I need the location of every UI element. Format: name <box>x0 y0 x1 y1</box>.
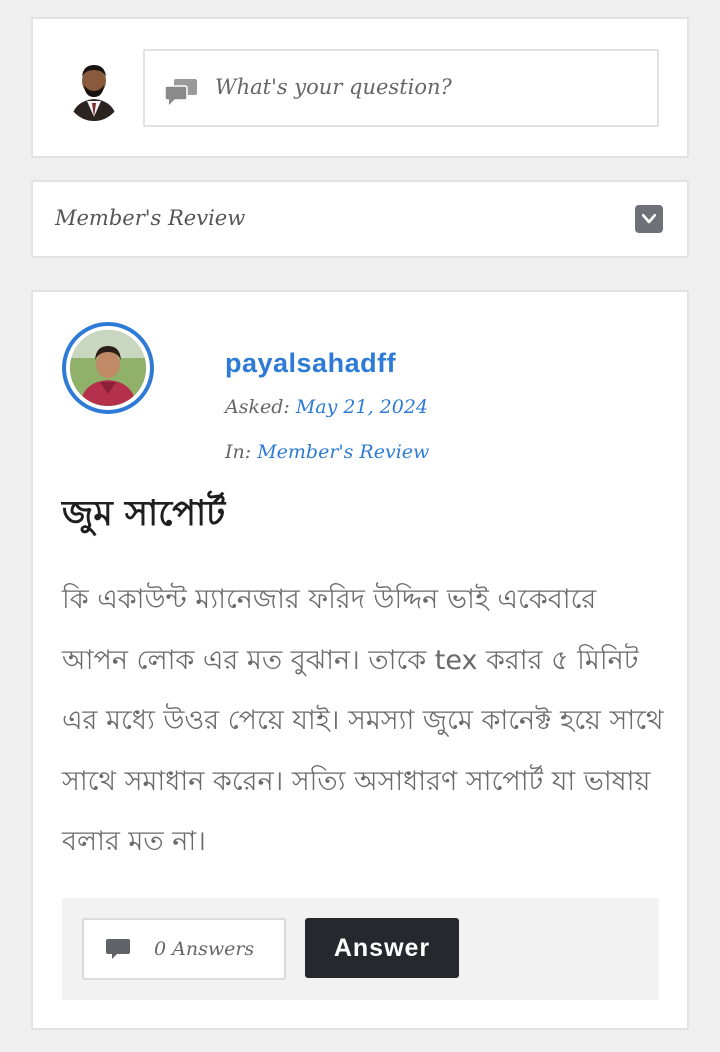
author-avatar[interactable] <box>62 322 154 414</box>
author-name[interactable]: payalsahadff <box>225 348 396 379</box>
answers-count: 0 Answers <box>154 938 255 960</box>
asked-date-link[interactable]: May 21, 2024 <box>296 396 428 418</box>
category-link[interactable]: Member's Review <box>257 441 429 463</box>
question-card: payalsahadff Asked: May 21, 2024 In: Mem… <box>31 290 689 1030</box>
ask-question-input[interactable]: What's your question? <box>143 49 659 127</box>
ask-question-card: What's your question? <box>31 17 689 158</box>
answers-count-button[interactable]: 0 Answers <box>82 918 286 980</box>
asked-meta: Asked: May 21, 2024 <box>225 396 428 418</box>
question-footer: 0 Answers Answer <box>62 898 659 1000</box>
chat-bubbles-icon <box>165 79 197 105</box>
category-meta: In: Member's Review <box>225 441 429 463</box>
category-select[interactable]: Member's Review <box>31 180 689 258</box>
answer-button[interactable]: Answer <box>305 918 459 978</box>
asked-label: Asked: <box>225 396 290 418</box>
ask-placeholder: What's your question? <box>215 75 452 99</box>
category-select-value: Member's Review <box>55 206 246 230</box>
current-user-avatar[interactable] <box>65 57 123 121</box>
in-label: In: <box>225 441 252 463</box>
question-title[interactable]: জুম সাপোর্ট <box>62 486 225 545</box>
chevron-down-icon[interactable] <box>635 205 663 233</box>
question-body: কি একাউন্ট ম্যানেজার ফরিদ উদ্দিন ভাই একে… <box>62 584 664 857</box>
comment-icon <box>106 939 130 959</box>
